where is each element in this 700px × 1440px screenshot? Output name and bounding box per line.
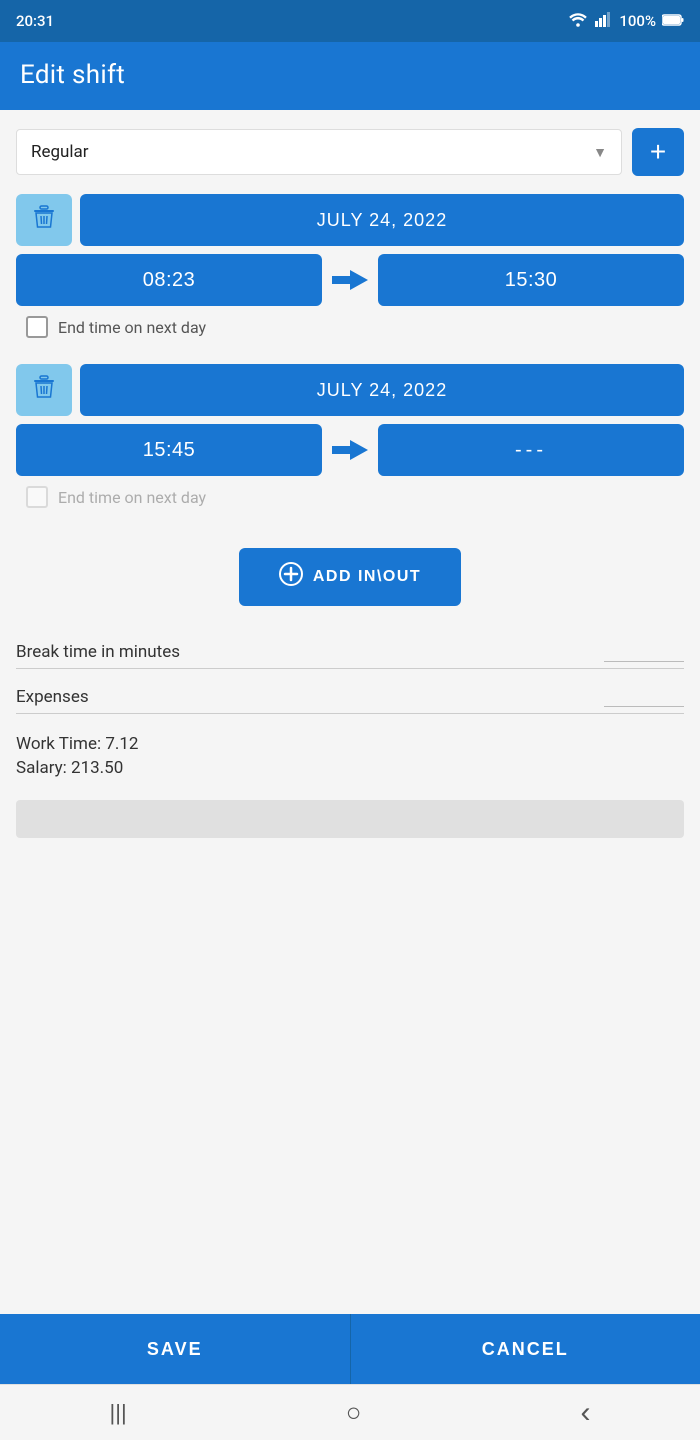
time-display: 20:31 [16, 12, 54, 30]
chevron-down-icon: ▼ [593, 144, 607, 161]
expenses-row: Expenses [16, 675, 684, 714]
shift2-next-day-checkbox[interactable] [26, 486, 48, 508]
shift2-next-day-label: End time on next day [58, 488, 206, 507]
shift1-next-day-checkbox[interactable] [26, 316, 48, 338]
page-title: Edit shift [20, 60, 680, 90]
shift2-time-row: 15:45 --- [16, 424, 684, 476]
plus-circle-icon [279, 562, 303, 592]
work-time-summary: Work Time: 7.12 [16, 734, 684, 754]
shift1-next-day-row: End time on next day [16, 316, 684, 338]
signal-icon [595, 11, 613, 31]
cancel-button[interactable]: CANCEL [350, 1314, 700, 1384]
save-button[interactable]: SAVE [0, 1314, 350, 1384]
back-nav-button[interactable]: ‹ [560, 1388, 610, 1438]
shift1-end-time-button[interactable]: 15:30 [378, 254, 684, 306]
arrow-right-icon [330, 264, 370, 297]
break-time-row: Break time in minutes [16, 630, 684, 669]
shift1-next-day-label: End time on next day [58, 318, 206, 337]
menu-nav-button[interactable]: ||| [90, 1392, 147, 1434]
add-inout-label: ADD IN\OUT [313, 568, 421, 586]
page-header: Edit shift [0, 42, 700, 110]
shift1-date-row: JULY 24, 2022 [16, 194, 684, 246]
shift-type-row: Regular ▼ + [16, 128, 684, 176]
status-bar: 20:31 100% [0, 0, 700, 42]
status-bar-right: 100% [567, 11, 684, 31]
salary-summary: Salary: 213.50 [16, 758, 684, 778]
navigation-bar: ||| ○ ‹ [0, 1384, 700, 1440]
shift2-start-time-button[interactable]: 15:45 [16, 424, 322, 476]
add-shift-type-button[interactable]: + [632, 128, 684, 176]
shift-block-2: JULY 24, 2022 15:45 --- End time on next… [16, 364, 684, 524]
shift1-time-row: 08:23 15:30 [16, 254, 684, 306]
shift-block-1: JULY 24, 2022 08:23 15:30 End time on ne… [16, 194, 684, 354]
shift1-date-button[interactable]: JULY 24, 2022 [80, 194, 684, 246]
grey-bar [16, 800, 684, 838]
trash-icon [33, 205, 55, 235]
delete-shift1-button[interactable] [16, 194, 72, 246]
shift2-next-day-row: End time on next day [16, 486, 684, 508]
trash-icon-2 [33, 375, 55, 405]
arrow-right-icon-2 [330, 434, 370, 467]
shift-type-label: Regular [31, 142, 89, 162]
break-time-label: Break time in minutes [16, 642, 180, 662]
battery-icon [662, 12, 684, 30]
home-nav-button[interactable]: ○ [326, 1389, 382, 1436]
wifi-icon [567, 11, 589, 31]
break-time-value[interactable] [604, 659, 684, 662]
shift2-date-button[interactable]: JULY 24, 2022 [80, 364, 684, 416]
bottom-buttons: SAVE CANCEL [0, 1314, 700, 1384]
shift2-date-row: JULY 24, 2022 [16, 364, 684, 416]
summary-section: Work Time: 7.12 Salary: 213.50 [16, 734, 684, 782]
shift2-end-time-button[interactable]: --- [378, 424, 684, 476]
main-content: Regular ▼ + JULY 24, 2022 [0, 110, 700, 1314]
add-inout-button[interactable]: ADD IN\OUT [239, 548, 461, 606]
delete-shift2-button[interactable] [16, 364, 72, 416]
expenses-value[interactable] [604, 704, 684, 707]
shift1-start-time-button[interactable]: 08:23 [16, 254, 322, 306]
battery-display: 100% [619, 12, 656, 30]
expenses-label: Expenses [16, 687, 89, 707]
add-inout-row: ADD IN\OUT [16, 548, 684, 606]
shift-type-dropdown[interactable]: Regular ▼ [16, 129, 622, 175]
